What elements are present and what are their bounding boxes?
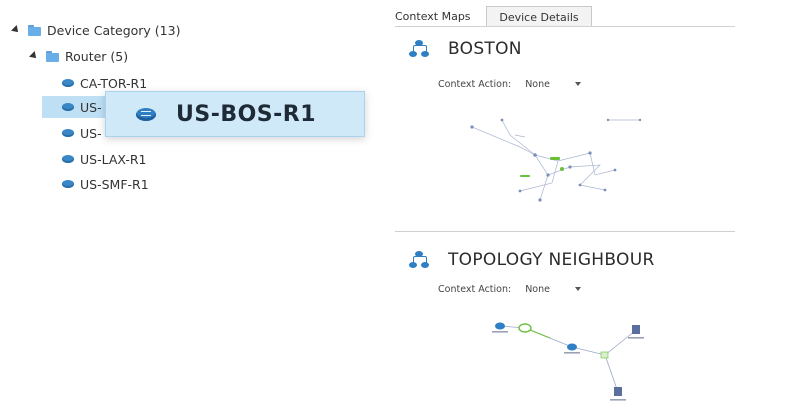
tree-node-label: Device Category (13)	[47, 22, 181, 38]
topology-icon	[408, 250, 430, 270]
map-section-boston: BOSTON Context Action: None	[408, 35, 738, 91]
context-action-value[interactable]: None	[525, 284, 571, 295]
tree-item-label: US-SMF-R1	[80, 176, 149, 192]
tree-item-label: US-	[80, 99, 102, 115]
router-icon	[136, 107, 156, 121]
context-action-label: Context Action:	[438, 78, 512, 90]
router-icon	[62, 79, 74, 87]
context-action-control[interactable]: Context Action: None	[438, 77, 738, 91]
triangle-expander-icon[interactable]	[29, 51, 39, 61]
router-icon	[62, 103, 74, 111]
tree-node-device-category[interactable]: Device Category (13)	[11, 19, 181, 41]
map-title: BOSTON	[448, 39, 522, 59]
folder-icon	[46, 50, 59, 62]
neighbour-topology-map[interactable]	[480, 310, 660, 410]
map-section-topology-neighbour: TOPOLOGY NEIGHBOUR Context Action: None	[408, 246, 738, 296]
tab-context-maps[interactable]: Context Maps	[395, 6, 483, 26]
boston-topology-map[interactable]	[440, 95, 700, 210]
tab-device-details[interactable]: Device Details	[486, 6, 592, 27]
triangle-expander-icon[interactable]	[11, 25, 21, 35]
context-action-value[interactable]: None	[525, 79, 571, 90]
tree-item-label: CA-TOR-R1	[80, 75, 148, 91]
drag-tooltip-label: US-BOS-R1	[176, 101, 317, 127]
router-icon	[62, 155, 74, 163]
tree-item-us-smf-r1[interactable]: US-SMF-R1	[62, 173, 149, 195]
tree-item-us-lax-r1[interactable]: US-LAX-R1	[62, 148, 147, 170]
map-title: TOPOLOGY NEIGHBOUR	[448, 250, 655, 270]
topology-icon	[408, 39, 430, 59]
section-divider	[395, 231, 735, 232]
tree-node-router[interactable]: Router (5)	[29, 45, 129, 67]
device-tree: Device Category (13) Router (5) CA-TOR-R…	[0, 0, 380, 419]
tree-item-label: US-	[80, 125, 102, 141]
tree-item-us-partial[interactable]: US-	[62, 122, 102, 144]
chevron-down-icon[interactable]	[575, 82, 582, 86]
tree-item-label: US-LAX-R1	[80, 151, 147, 167]
drag-tooltip[interactable]: US-BOS-R1	[105, 91, 365, 137]
context-action-label: Context Action:	[438, 283, 512, 295]
router-icon	[62, 129, 74, 137]
chevron-down-icon[interactable]	[575, 287, 582, 291]
tab-divider	[395, 26, 735, 27]
router-icon	[62, 180, 74, 188]
tree-node-label: Router (5)	[65, 48, 129, 64]
folder-icon	[28, 24, 41, 36]
context-action-control[interactable]: Context Action: None	[438, 282, 738, 296]
